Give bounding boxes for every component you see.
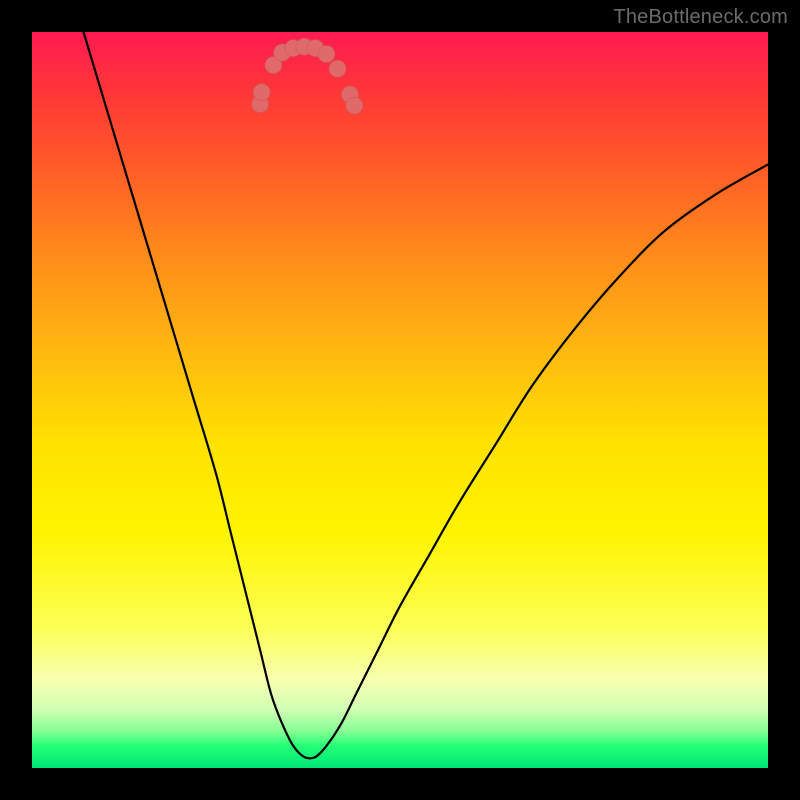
curve-marker (329, 60, 346, 77)
curve-marker (346, 97, 363, 114)
curve-layer (32, 32, 768, 768)
curve-marker (318, 46, 335, 63)
chart-frame: TheBottleneck.com (0, 0, 800, 800)
bottleneck-curve (84, 32, 768, 758)
watermark-text: TheBottleneck.com (613, 6, 788, 29)
plot-area (32, 32, 768, 768)
curve-marker (253, 84, 270, 101)
curve-markers (252, 38, 363, 114)
